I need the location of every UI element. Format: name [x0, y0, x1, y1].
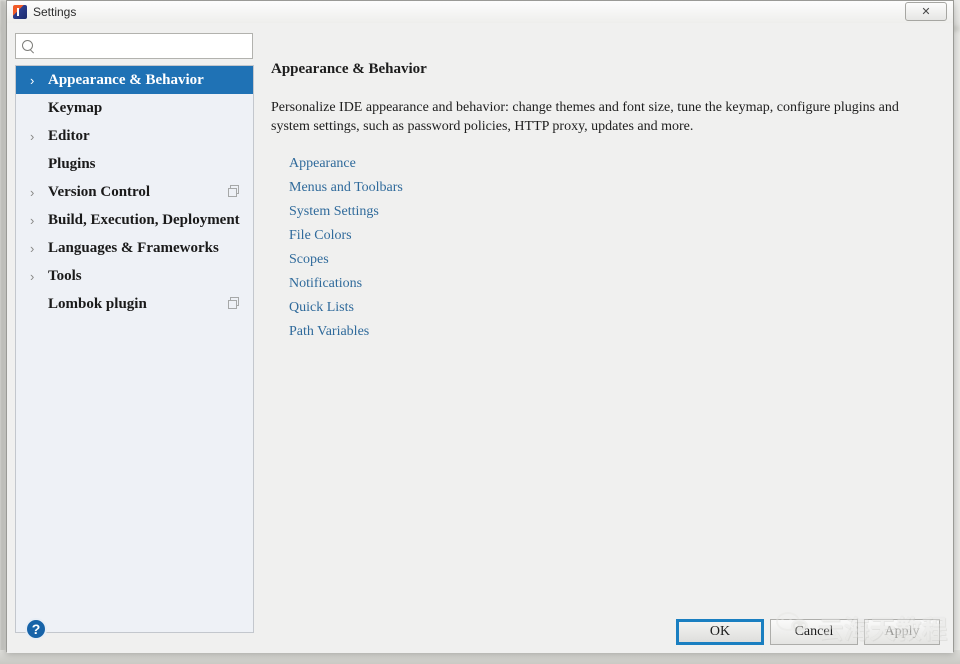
settings-dialog: Settings ✕ › Appearance & Behavior Keyma… — [6, 0, 954, 653]
sidebar-item-label: Appearance & Behavior — [48, 71, 204, 88]
sidebar-item-label: Tools — [48, 267, 82, 284]
sidebar-item-label: Plugins — [48, 155, 96, 172]
dialog-body: › Appearance & Behavior Keymap › Editor … — [7, 23, 953, 653]
sidebar-item-appearance-and-behavior[interactable]: › Appearance & Behavior — [16, 66, 253, 94]
settings-sidebar[interactable]: › Appearance & Behavior Keymap › Editor … — [15, 65, 253, 633]
sidebar-item-label: Build, Execution, Deployment — [48, 211, 240, 228]
intellij-idea-icon — [13, 5, 27, 19]
sidebar-item-version-control[interactable]: › Version Control — [16, 178, 253, 206]
sidebar-item-plugins[interactable]: Plugins — [16, 150, 253, 178]
link-file-colors[interactable]: File Colors — [289, 224, 927, 248]
link-appearance[interactable]: Appearance — [289, 152, 927, 176]
link-notifications[interactable]: Notifications — [289, 272, 927, 296]
sidebar-item-editor[interactable]: › Editor — [16, 122, 253, 150]
search-box[interactable] — [15, 33, 253, 59]
sidebar-item-label: Languages & Frameworks — [48, 239, 219, 256]
apply-button[interactable]: Apply — [864, 619, 940, 645]
sidebar-item-label: Version Control — [48, 183, 151, 200]
settings-content-pane: Appearance & Behavior Personalize IDE ap… — [255, 53, 945, 633]
sidebar-item-tools[interactable]: › Tools — [16, 262, 253, 290]
chevron-right-icon: › — [30, 240, 35, 256]
search-input[interactable] — [39, 39, 247, 53]
sidebar-item-languages-and-frameworks[interactable]: › Languages & Frameworks — [16, 234, 253, 262]
link-quick-lists[interactable]: Quick Lists — [289, 296, 927, 320]
subsection-link-list: Appearance Menus and Toolbars System Set… — [271, 152, 927, 344]
link-system-settings[interactable]: System Settings — [289, 200, 927, 224]
sidebar-item-label: Lombok plugin — [48, 295, 147, 312]
page-description: Personalize IDE appearance and behavior:… — [271, 100, 899, 134]
cancel-button[interactable]: Cancel — [770, 619, 858, 645]
page-title: Appearance & Behavior — [271, 61, 427, 77]
sidebar-item-lombok-plugin[interactable]: Lombok plugin — [16, 290, 253, 318]
sidebar-item-label: Keymap — [48, 99, 103, 116]
dialog-titlebar: Settings ✕ — [7, 1, 953, 23]
chevron-right-icon: › — [30, 268, 35, 284]
copy-settings-icon — [228, 297, 241, 310]
search-icon — [21, 39, 35, 53]
link-path-variables[interactable]: Path Variables — [289, 320, 927, 344]
dialog-footer: ? OK Cancel Apply — [7, 611, 955, 653]
chevron-right-icon: › — [30, 128, 35, 144]
sidebar-content-divider — [253, 65, 254, 633]
close-icon[interactable]: ✕ — [905, 2, 947, 21]
help-icon[interactable]: ? — [25, 618, 47, 640]
dialog-title: Settings — [33, 5, 77, 19]
sidebar-item-build-execution-deployment[interactable]: › Build, Execution, Deployment — [16, 206, 253, 234]
copy-settings-icon — [228, 185, 241, 198]
chevron-right-icon: › — [30, 184, 35, 200]
ok-button[interactable]: OK — [676, 619, 764, 645]
chevron-right-icon: › — [30, 72, 35, 88]
sidebar-item-label: Editor — [48, 127, 90, 144]
chevron-right-icon: › — [30, 212, 35, 228]
sidebar-item-keymap[interactable]: Keymap — [16, 94, 253, 122]
link-scopes[interactable]: Scopes — [289, 248, 927, 272]
link-menus-and-toolbars[interactable]: Menus and Toolbars — [289, 176, 927, 200]
